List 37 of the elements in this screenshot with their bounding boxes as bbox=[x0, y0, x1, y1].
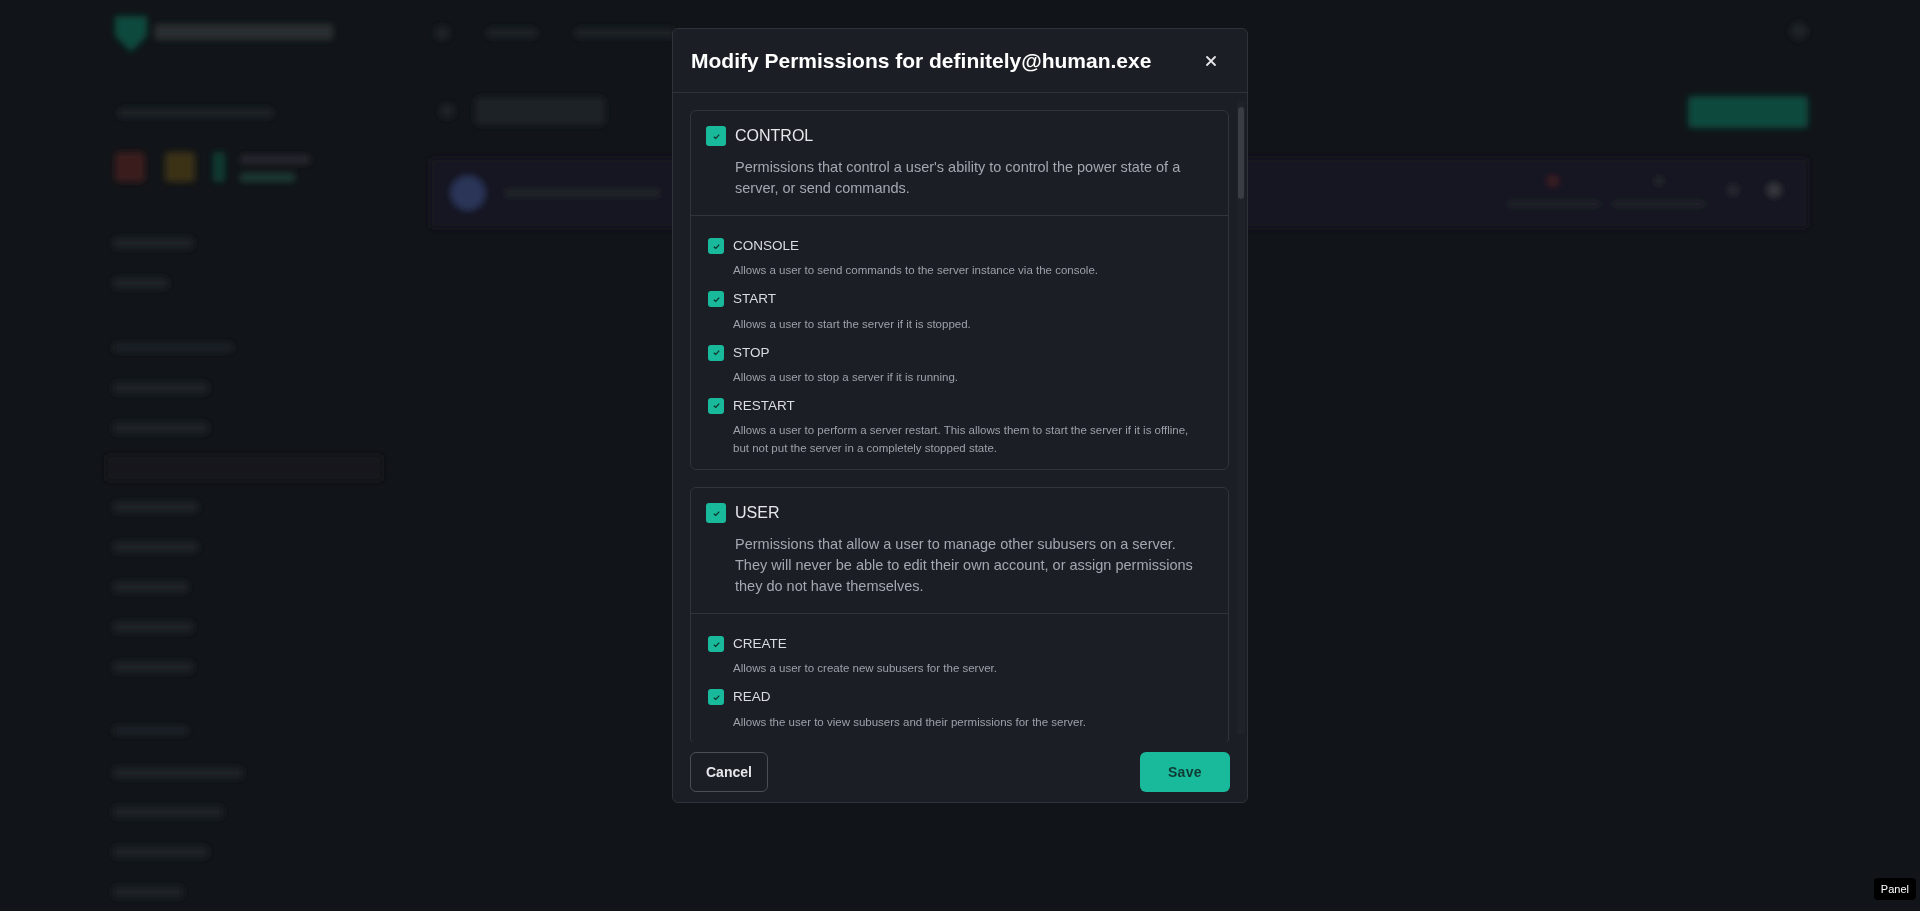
checkbox[interactable] bbox=[708, 344, 724, 361]
check-icon bbox=[711, 692, 721, 702]
permission-name: CREATE bbox=[733, 635, 787, 653]
checkbox[interactable] bbox=[708, 397, 724, 414]
check-icon bbox=[711, 241, 721, 251]
group-name: CONTROL bbox=[735, 126, 814, 146]
check-icon bbox=[711, 508, 721, 518]
permission-description: Allows a user to create new subusers for the server. bbox=[733, 661, 998, 677]
corner-label: Panel bbox=[1873, 877, 1916, 900]
dialog-title: Modify Permissions for definitely@human.exe bbox=[691, 47, 1152, 74]
permission-description: Allows a user to send commands to the server instance via the console. bbox=[733, 263, 1099, 279]
checkbox[interactable] bbox=[708, 291, 724, 308]
check-icon bbox=[711, 639, 721, 649]
check-icon bbox=[711, 401, 721, 411]
permission-name: CONSOLE bbox=[733, 237, 800, 255]
permission-name: READ bbox=[733, 688, 771, 707]
checkbox[interactable] bbox=[708, 238, 724, 255]
permission-name: RESTART bbox=[733, 396, 795, 415]
save-button[interactable]: Save bbox=[1139, 752, 1230, 792]
permission-description: Allows a user to stop a server if it is running. bbox=[733, 369, 959, 385]
checkbox[interactable] bbox=[706, 503, 726, 523]
check-icon bbox=[711, 348, 721, 358]
group-name: USER bbox=[735, 503, 780, 523]
check-icon bbox=[711, 131, 721, 141]
checkbox[interactable] bbox=[708, 689, 724, 706]
permission-description: Allows the user to view subusers and their permissions for the server. bbox=[733, 714, 1087, 730]
permission-name: STOP bbox=[733, 343, 770, 362]
cancel-button[interactable]: Cancel bbox=[690, 752, 768, 792]
group-description: Permissions that control a user's ability to control the power state of a server, or send commands. bbox=[735, 158, 1182, 198]
group-description: Permissions that allow a user to manage other subusers on a server. They will never be able to edit their own account, or assign permissions they do not have themselves. bbox=[735, 535, 1194, 596]
scrollbar[interactable] bbox=[1237, 101, 1245, 734]
permission-name: START bbox=[733, 290, 776, 309]
permission-description: Allows a user to start the server if it is stopped. bbox=[733, 316, 972, 332]
checkbox[interactable] bbox=[708, 636, 724, 653]
check-icon bbox=[711, 294, 721, 304]
checkbox[interactable] bbox=[706, 126, 726, 146]
permission-description: Allows a user to perform a server restart. This allows them to start the server if it is offline, but not put the server in a completely stopped state. bbox=[733, 423, 1190, 456]
